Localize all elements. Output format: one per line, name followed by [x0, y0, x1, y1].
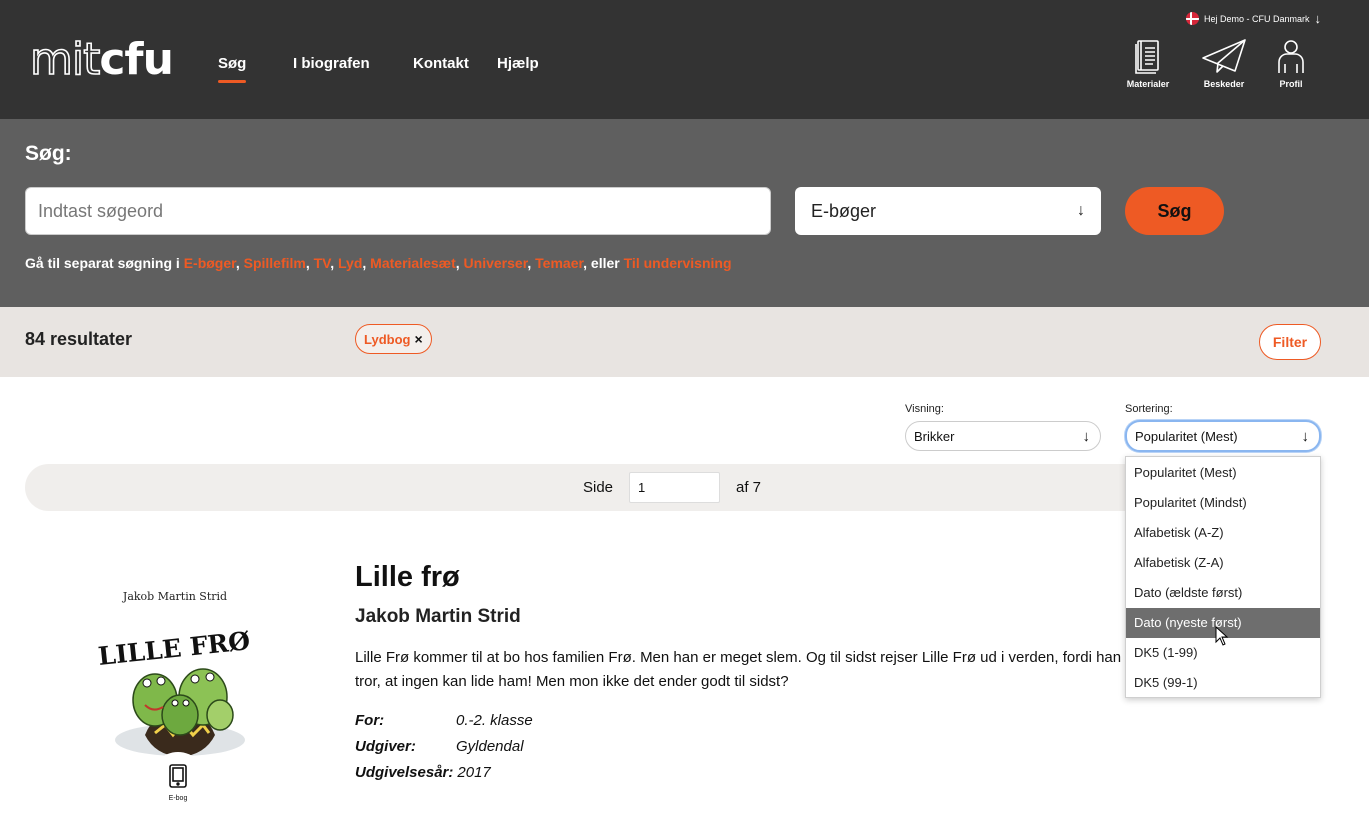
material-type-value: E-bøger [811, 200, 877, 221]
active-filter-chip[interactable]: Lydbog × [355, 324, 432, 354]
link-tv[interactable]: TV [314, 255, 331, 271]
search-section: Søg: E-bøger ↓ Søg Gå til separat søgnin… [0, 119, 1369, 307]
book-cover-illustration: Jakob Martin Strid LILLE FRØ [97, 590, 252, 757]
page-label: Side [583, 479, 614, 496]
meta-key: For: [355, 712, 385, 729]
arrow-down-icon: ↓ [1082, 427, 1091, 445]
pagination-bar: Side 1 af 7 [25, 464, 1125, 511]
view-select[interactable]: Brikker ↓ [905, 421, 1101, 451]
beskeder-label: Beskeder [1203, 79, 1245, 89]
filter-button[interactable]: Filter [1259, 324, 1321, 360]
user-greeting[interactable]: Hej Demo - CFU Danmark ↓ [1185, 11, 1322, 26]
arrow-down-icon: ↓ [1301, 427, 1310, 445]
mouse-cursor-icon [1215, 626, 1229, 646]
book-cover-image[interactable]: Jakob Martin Strid LILLE FRØ [95, 565, 265, 765]
mitcfu-logo[interactable]: mitcfu [29, 37, 174, 83]
link-temaer[interactable]: Temaer [535, 255, 583, 271]
sort-select[interactable]: Popularitet (Mest) ↓ [1125, 420, 1321, 452]
cover-author-text: Jakob Martin Strid [122, 590, 227, 603]
results-bar: 84 resultater Lydbog × Filter [0, 307, 1369, 377]
product-title[interactable]: Lille frø [355, 561, 460, 594]
materialer-button[interactable]: Materialer [1118, 38, 1178, 89]
links-or: , eller [583, 255, 624, 271]
link-e-boeger[interactable]: E-bøger [184, 255, 236, 271]
arrow-down-icon: ↓ [1077, 202, 1085, 219]
view-label: Visning: [905, 403, 944, 415]
ebook-badge-label: E-bog [168, 795, 188, 802]
profil-label: Profil [1279, 79, 1303, 89]
sort-option[interactable]: Dato (ældste først) [1126, 578, 1320, 608]
link-universer[interactable]: Universer [464, 255, 528, 271]
search-input[interactable] [25, 187, 771, 235]
greeting-text: Hej Demo - CFU Danmark [1203, 13, 1310, 24]
nav-item-hjaelp[interactable]: Hjælp [497, 55, 539, 72]
nav-item-kontakt[interactable]: Kontakt [413, 55, 469, 72]
meta-value: 0.-2. klasse [456, 712, 533, 729]
page-number-input[interactable]: 1 [629, 472, 720, 503]
logo-bold-part: cfu [99, 34, 174, 85]
paper-plane-icon [1202, 39, 1246, 73]
nav-item-soeg[interactable]: Søg [218, 55, 247, 83]
link-spillefilm[interactable]: Spillefilm [244, 255, 306, 271]
sort-label: Sortering: [1125, 403, 1173, 415]
materialer-label: Materialer [1126, 79, 1170, 89]
product-description: Lille Frø kommer til at bo hos familien … [355, 649, 1122, 690]
meta-key: Udgivelsesår: [355, 764, 454, 781]
separate-search-links: Gå til separat søgning i E-bøger, Spille… [25, 255, 732, 271]
material-type-select[interactable]: E-bøger ↓ [795, 187, 1101, 235]
person-icon [1278, 40, 1304, 73]
product-author: Jakob Martin Strid [355, 606, 521, 627]
meta-value: 2017 [457, 764, 491, 781]
meta-key: Udgiver: [355, 738, 416, 755]
sort-option[interactable]: Popularitet (Mindst) [1126, 488, 1320, 518]
cover-title-text: LILLE FRØ [97, 626, 252, 671]
sort-option[interactable]: DK5 (99-1) [1126, 668, 1320, 698]
link-lyd[interactable]: Lyd [338, 255, 362, 271]
meta-row-udgivelsesaar: Udgivelsesår: 2017 [355, 764, 491, 781]
ebook-badge: E-bog [150, 752, 206, 808]
results-count: 84 resultater [25, 329, 133, 349]
tablet-icon [169, 764, 187, 788]
arrow-down-icon: ↓ [1314, 11, 1322, 26]
meta-value: Gyldendal [456, 738, 524, 755]
nav-item-i-biografen[interactable]: I biografen [293, 55, 370, 72]
sort-option[interactable]: Alfabetisk (Z-A) [1126, 548, 1320, 578]
sort-option[interactable]: Popularitet (Mest) [1126, 458, 1320, 488]
search-button[interactable]: Søg [1125, 187, 1224, 235]
view-value: Brikker [914, 428, 955, 444]
sort-dropdown-menu: Popularitet (Mest) Popularitet (Mindst) … [1125, 456, 1321, 698]
logo-thin-part: mit [29, 34, 101, 85]
danish-flag-icon [1185, 12, 1199, 25]
book-icon [1135, 40, 1159, 74]
beskeder-button[interactable]: Beskeder [1194, 38, 1254, 89]
close-icon[interactable]: × [414, 331, 422, 347]
sort-option[interactable]: Alfabetisk (A-Z) [1126, 518, 1320, 548]
search-heading: Søg: [25, 142, 72, 165]
sort-value: Popularitet (Mest) [1135, 428, 1238, 444]
top-header: mitcfu Søg I biografen Kontakt Hjælp Hej… [0, 0, 1369, 119]
link-til-undervisning[interactable]: Til undervisning [624, 255, 732, 271]
links-prefix: Gå til separat søgning i [25, 255, 184, 271]
meta-row-udgiver: Udgiver: Gyldendal [355, 738, 524, 755]
page-total: af 7 [736, 479, 762, 496]
chip-label: Lydbog [364, 331, 411, 347]
link-materialesaet[interactable]: Materialesæt [370, 255, 456, 271]
profil-button[interactable]: Profil [1261, 38, 1321, 89]
meta-row-for: For: 0.-2. klasse [355, 712, 533, 729]
